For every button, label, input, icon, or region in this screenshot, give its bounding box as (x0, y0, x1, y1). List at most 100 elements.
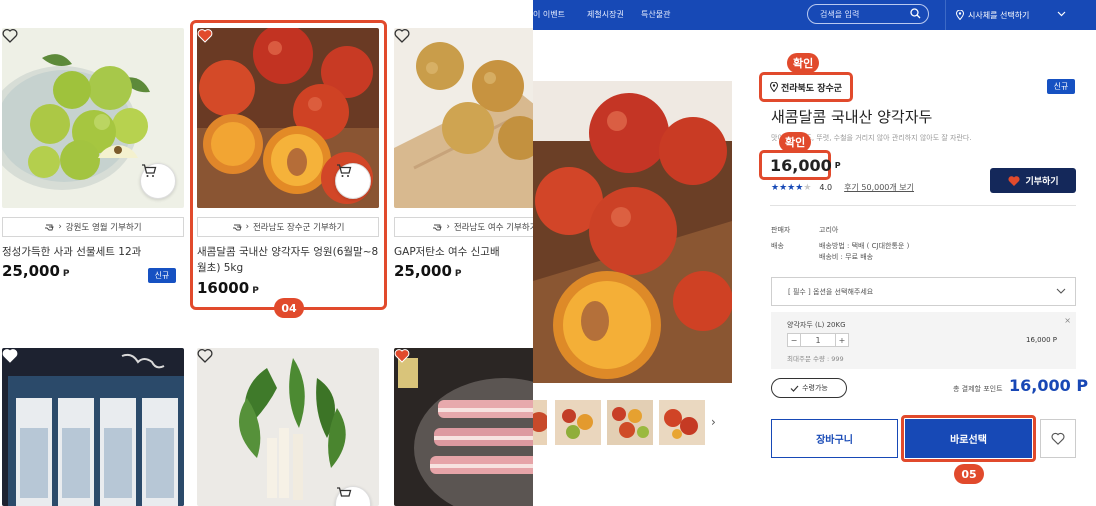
rating-value: 4.0 (819, 183, 833, 192)
product-card[interactable] (197, 348, 379, 506)
product-image[interactable] (2, 348, 184, 506)
thumbnail[interactable] (555, 400, 601, 445)
product-card[interactable]: › 전라남도 여수 기부하기 GAP저탄소 여수 신고배 25,000 P (394, 28, 533, 280)
product-grid: › 강원도 영월 기부하기 정성가득한 사과 선물세트 12과 25,000 P (0, 0, 533, 506)
donate-label: 강원도 영월 기부하기 (65, 223, 142, 233)
chevron-right-icon: › (446, 222, 450, 232)
thumbnail[interactable] (533, 400, 547, 445)
heart-outline-icon[interactable] (2, 28, 18, 43)
decrease-button[interactable]: − (787, 333, 801, 347)
chevron-down-icon (1057, 11, 1066, 17)
pickup-label: 수령가능 (802, 384, 828, 392)
donate-region-button[interactable]: › 전라남도 여수 기부하기 (394, 217, 533, 237)
review-link[interactable]: 후기 50,000개 보기 (844, 182, 914, 193)
product-name[interactable]: GAP저탄소 여수 신고배 (394, 244, 533, 261)
step-badge: 04 (274, 298, 304, 318)
chevron-right-icon: › (58, 222, 62, 232)
pickup-available-toggle[interactable]: 수령가능 (771, 378, 847, 398)
heart-outline-icon[interactable] (394, 28, 410, 43)
shipping-label: 배송 (771, 242, 784, 250)
top-navigation: 이 이벤트 제철시장권 특산물관 검색을 입력 시사체를 선택하기 (533, 0, 1096, 30)
option-select[interactable]: [ 필수 ] 옵션을 선택해주세요 (771, 277, 1076, 306)
heart-outline-icon[interactable] (197, 348, 213, 363)
map-pin-icon (769, 82, 778, 92)
region-selector[interactable]: 시사체를 선택하기 (945, 0, 1096, 30)
product-card[interactable] (2, 348, 184, 506)
shipping-fee: 배송비 : 무료 배송 (819, 253, 874, 261)
star-icon: ★ (779, 182, 788, 193)
confirm-badge: 확인 (787, 53, 820, 73)
check-icon (790, 385, 799, 392)
cart-icon (337, 487, 352, 497)
highlight-box (190, 20, 387, 310)
product-card[interactable]: › 강원도 영월 기부하기 정성가득한 사과 선물세트 12과 25,000 P (2, 28, 184, 280)
search-input[interactable]: 검색을 입력 (807, 4, 929, 24)
selected-option-price: 16,000 P (1026, 336, 1057, 344)
heart-filled-icon[interactable] (2, 348, 18, 363)
chevron-down-icon (1056, 288, 1066, 294)
cart-icon (142, 164, 157, 177)
price-unit: P (62, 269, 70, 279)
divider (770, 205, 1076, 206)
shipping-method: 배송방법 : 택배 ( CJ대한통운 ) (819, 242, 910, 250)
product-title: 새콤달콤 국내산 양각자두 (771, 108, 933, 126)
search-icon[interactable] (910, 8, 921, 19)
product-image[interactable] (394, 28, 533, 208)
screenshot-composite: › 강원도 영월 기부하기 정성가득한 사과 선물세트 12과 25,000 P (0, 0, 1096, 506)
add-to-cart-button[interactable]: 장바구니 (771, 419, 898, 458)
location-highlight: 전라북도 장수군 (759, 72, 853, 102)
heart-hand-icon (1008, 175, 1020, 186)
product-price: 25,000 (2, 262, 60, 280)
main-product-image (533, 81, 732, 383)
product-image[interactable] (394, 348, 533, 506)
selected-option-name: 양각자두 (L) 20KG (787, 321, 846, 329)
price-highlight: 16,000 P (759, 150, 841, 180)
chevron-right-icon[interactable]: › (711, 415, 716, 429)
total-label: 총 결제할 포인트 (953, 385, 1003, 393)
max-order-note: 최대주문 수량 : 999 (787, 355, 844, 363)
seller-label: 판매자 (771, 226, 791, 234)
option-placeholder: [ 필수 ] 옵션을 선택해주세요 (788, 287, 874, 296)
product-image[interactable] (2, 28, 184, 208)
donate-hand-icon (433, 224, 443, 231)
wishlist-button[interactable] (1040, 419, 1076, 458)
product-name[interactable]: 정성가득한 사과 선물세트 12과 (2, 244, 184, 261)
rating-stars: ★★★★★ (771, 183, 811, 193)
product-detail-page: 이 이벤트 제철시장권 특산물관 검색을 입력 시사체를 선택하기 › 확인 전… (533, 0, 1096, 506)
confirm-badge: 확인 (779, 132, 812, 152)
region-label: 시사체를 선택하기 (968, 10, 1030, 20)
donate-button[interactable]: 기부하기 (990, 168, 1076, 193)
thumbnail[interactable] (607, 400, 653, 445)
increase-button[interactable]: + (835, 333, 849, 347)
rating: ★★★★★ 4.0 후기 50,000개 보기 (771, 182, 914, 193)
add-to-cart-button[interactable] (140, 163, 176, 199)
nav-item-event[interactable]: 이 이벤트 (533, 9, 565, 20)
selected-option: 양각자두 (L) 20KG × − 1 + 16,000 P 최대주문 수량 :… (771, 312, 1076, 369)
new-badge: 신규 (1047, 79, 1075, 94)
heart-filled-icon[interactable] (394, 348, 410, 363)
price-unit: P (834, 160, 841, 170)
search-placeholder: 검색을 입력 (820, 9, 860, 19)
donate-label: 전라남도 여수 기부하기 (453, 223, 533, 233)
product-image[interactable] (197, 348, 379, 506)
product-price: 16,000 (770, 155, 832, 175)
step-badge: 05 (954, 464, 984, 484)
total-price: 16,000 P (1009, 376, 1089, 395)
map-pin-icon (956, 10, 964, 20)
product-location: 전라북도 장수군 (780, 83, 843, 94)
quantity-stepper[interactable]: − 1 + (787, 333, 849, 347)
thumbnail[interactable] (659, 400, 705, 445)
donate-region-button[interactable]: › 강원도 영월 기부하기 (2, 217, 184, 237)
product-card[interactable] (394, 348, 533, 506)
star-icon: ★ (803, 182, 812, 193)
heart-outline-icon (1051, 432, 1065, 445)
price-row: 25,000 P (394, 262, 533, 280)
donate-button-label: 기부하기 (1025, 177, 1059, 187)
buy-now-button[interactable]: 바로선택 (905, 419, 1032, 458)
nav-item-specialty[interactable]: 특산물관 (641, 9, 670, 20)
star-icon: ★ (771, 182, 780, 193)
nav-item-seasonal[interactable]: 제철시장권 (587, 9, 624, 20)
close-icon[interactable]: × (1064, 316, 1071, 325)
new-badge: 신규 (148, 268, 176, 283)
quantity-value[interactable]: 1 (801, 333, 835, 347)
